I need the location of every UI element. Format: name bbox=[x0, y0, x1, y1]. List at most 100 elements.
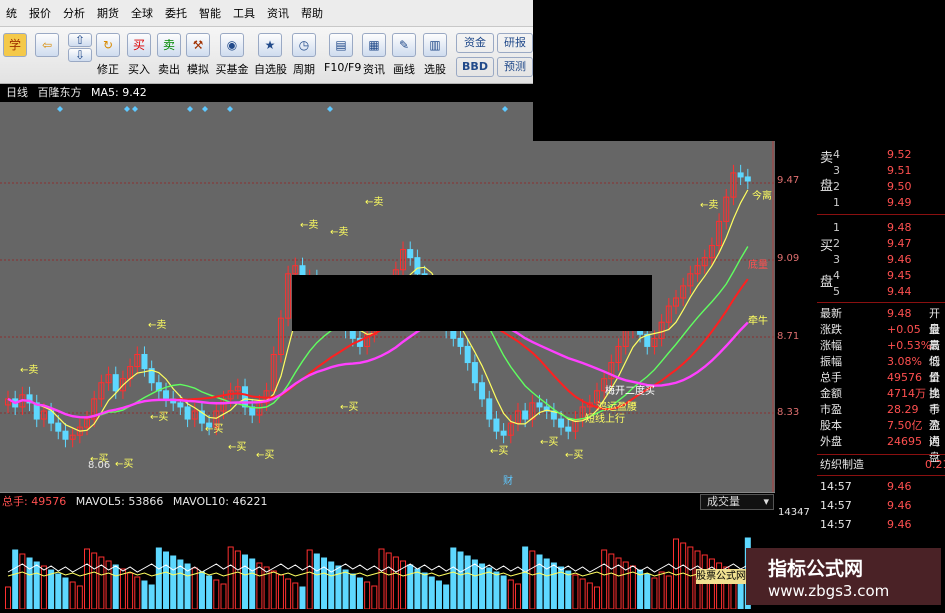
candle-body bbox=[471, 362, 478, 384]
menu-item[interactable]: 分析 bbox=[57, 5, 91, 21]
quote-value: +0.53% bbox=[887, 339, 932, 352]
volume-bar bbox=[242, 554, 249, 610]
quote-row: 14:57 9.46 bbox=[817, 479, 945, 495]
buy-signal: ←买 bbox=[565, 449, 583, 461]
volume-bar bbox=[565, 570, 572, 610]
volume-bar bbox=[558, 566, 565, 610]
volume-bar bbox=[522, 546, 529, 610]
menu-item[interactable]: 资讯 bbox=[261, 5, 295, 21]
marker-diamond bbox=[202, 106, 208, 112]
toolbar-button-draw[interactable]: ✎ 画线 bbox=[390, 31, 418, 81]
volume-bar bbox=[285, 578, 292, 610]
quote-value: 4714万 bbox=[887, 387, 926, 400]
candle-body bbox=[558, 418, 565, 428]
menu-item[interactable]: 工具 bbox=[227, 5, 261, 21]
toolbar-button-buy[interactable]: 买买入 bbox=[124, 31, 154, 81]
volume-bar bbox=[321, 557, 328, 610]
menu-item[interactable]: 报价 bbox=[23, 5, 57, 21]
toolbar-button-sell[interactable]: 卖卖出 bbox=[154, 31, 184, 81]
chart-note: 今离 bbox=[752, 189, 772, 202]
logo-icon[interactable]: 学 bbox=[2, 31, 28, 81]
sell-signal: ←卖 bbox=[300, 219, 318, 231]
volume-bar bbox=[658, 571, 665, 610]
quote-value: 3.08% bbox=[887, 355, 922, 368]
toolbar-button-info[interactable]: ▦ 资讯 bbox=[360, 31, 388, 81]
candle-body bbox=[55, 422, 62, 432]
period-label: 日线 bbox=[6, 86, 28, 99]
toolbar-button-watchlist[interactable]: ★ 自选股 bbox=[254, 31, 287, 81]
buy-signal: ←买 bbox=[150, 411, 168, 423]
sell-price: 9.49 bbox=[887, 196, 912, 209]
mavol10-line bbox=[7, 571, 749, 577]
tick-time: 14:57 bbox=[820, 518, 852, 531]
toolbar-button-f10[interactable]: ▤ F10/F9 bbox=[324, 31, 361, 81]
buy-level: 1 bbox=[833, 221, 840, 234]
candlestick-chart[interactable]: ←卖 ←卖 ←卖 ←卖 ←卖 ←卖 ←买 ←买 ←买 ←买 ←买 ←买 ←买 ←买 ←买 ←买 8.06 财今离底… bbox=[0, 102, 775, 492]
toolbar-button-period[interactable]: ◷ 周期 bbox=[290, 31, 318, 81]
toolbar-button-simulate[interactable]: ⚒ 模拟 bbox=[184, 31, 212, 81]
toolbar-button-bbd[interactable]: BBD bbox=[456, 57, 494, 77]
toolbar-button-research[interactable]: 研报 bbox=[497, 33, 533, 53]
volume-bar bbox=[428, 576, 435, 610]
volume-bar bbox=[464, 555, 471, 610]
watermark-title: 指标公式网 bbox=[768, 558, 864, 580]
candle-body bbox=[744, 176, 751, 182]
marker-diamond bbox=[502, 106, 508, 112]
buy-price: 9.45 bbox=[887, 269, 912, 282]
toolbar-button-select[interactable]: ▥ 选股 bbox=[420, 31, 450, 81]
quote-row: 振幅 3.08% 均价 bbox=[817, 354, 945, 384]
volume-bar bbox=[26, 557, 33, 610]
candle-body bbox=[457, 337, 464, 347]
price-tick: 8.71 bbox=[777, 331, 800, 342]
indicator-dropdown[interactable]: 成交量 ▾ bbox=[700, 494, 774, 510]
buy-level: 3 bbox=[833, 253, 840, 266]
menu-item[interactable]: 智能 bbox=[193, 5, 227, 21]
toolbar-button-forecast[interactable]: 预测 bbox=[497, 57, 533, 77]
back-arrow-icon[interactable]: ⇦ bbox=[32, 31, 62, 81]
tick-price: 9.46 bbox=[887, 499, 912, 512]
chart-note: 底量 bbox=[748, 258, 768, 271]
candle-body bbox=[450, 329, 457, 339]
quote-value: 49576 bbox=[887, 371, 922, 384]
volume-bar bbox=[76, 585, 83, 610]
quote-row: 外盘 24695 内盘 bbox=[817, 434, 945, 464]
chart-note: 梅开二度买 bbox=[605, 384, 655, 397]
volume-axis-label: 14347 bbox=[778, 507, 810, 518]
volume-bar bbox=[198, 571, 205, 610]
candle-body bbox=[184, 406, 191, 420]
price-tick: 9.47 bbox=[777, 175, 800, 186]
volume-bar bbox=[392, 556, 399, 610]
volume-header: 总手: 49576 MAVOL5: 53866 MAVOL10: 46221 bbox=[0, 492, 775, 511]
volume-bar bbox=[40, 565, 47, 610]
menu-item[interactable]: 全球 bbox=[125, 5, 159, 21]
buy-signal: ←买 bbox=[490, 445, 508, 457]
volume-bar bbox=[529, 550, 536, 610]
volume-bar bbox=[127, 572, 134, 610]
volume-bar bbox=[163, 551, 170, 610]
volume-bar bbox=[637, 569, 644, 610]
sell-icon: 卖 bbox=[157, 33, 181, 57]
buy-level: 2 bbox=[833, 237, 840, 250]
menu-item[interactable]: 委托 bbox=[159, 5, 193, 21]
quote-row: 3 9.46 bbox=[817, 252, 945, 268]
toolbar-button-capital[interactable]: 资金 bbox=[456, 33, 494, 53]
watermark-url: www.zbgs3.com bbox=[768, 582, 890, 600]
marker-diamond bbox=[187, 106, 193, 112]
menu-item[interactable]: 统 bbox=[0, 5, 23, 21]
sell-level: 3 bbox=[833, 164, 840, 177]
volume-bar bbox=[292, 582, 299, 610]
toolbar-button-buy-fund[interactable]: ◉ 买基金 bbox=[212, 31, 252, 81]
gavel-icon: ⚒ bbox=[186, 33, 210, 57]
menu-item[interactable]: 帮助 bbox=[295, 5, 329, 21]
volume-chart[interactable] bbox=[0, 510, 775, 610]
mavol5: MAVOL5: 53866 bbox=[75, 495, 164, 508]
volume-bar bbox=[371, 585, 378, 610]
menu-item[interactable]: 期货 bbox=[91, 5, 125, 21]
clock-icon: ◷ bbox=[292, 33, 316, 57]
buy-level: 5 bbox=[833, 285, 840, 298]
toolbar-button-fix[interactable]: ↻ 修正 bbox=[94, 31, 122, 81]
sell-level: 4 bbox=[833, 148, 840, 161]
buy-price: 9.48 bbox=[887, 221, 912, 234]
volume-bar bbox=[378, 548, 385, 610]
up-down-arrows-icon[interactable]: ⇧ ⇩ bbox=[68, 31, 92, 81]
